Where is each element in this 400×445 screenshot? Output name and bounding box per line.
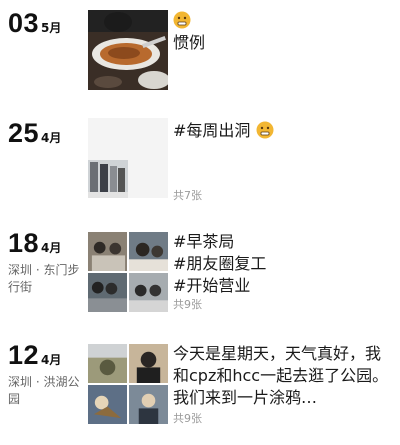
entry-day: 18 [8,228,40,258]
entry-location[interactable]: 深圳 · 东门步行街 [8,262,84,296]
entry-date: 03 5月 [8,8,61,39]
entry-location[interactable]: 深圳 · 洪湖公园 [8,374,84,408]
grimace-emoji-icon [256,121,274,139]
photo-thumbnail [129,232,168,271]
photo-count: 共7张 [173,189,202,202]
entry-month: 4月 [41,353,62,367]
photo-thumbnail [129,385,168,424]
photo-thumbnail [88,344,127,383]
entry-month: 5月 [41,21,62,35]
photo-count: 共9张 [173,412,202,425]
entry-day: 12 [8,340,40,370]
photo-count: 共9张 [173,298,202,311]
entry-date: 18 4月 [8,228,61,259]
entry-date: 25 4月 [8,118,61,149]
photo-grid[interactable] [88,344,168,424]
entry-day: 25 [8,118,40,148]
entry-text: 今天是星期天，天气真好，我和cpz和hcc一起去逛了公园。我们来到一片涂鸦… [173,344,389,407]
photo-thumbnail [88,385,127,424]
photo-thumbnail [129,273,168,312]
food-photo-thumbnail[interactable] [88,10,168,90]
photo-thumbnail [88,273,127,312]
entry-text: 惯例 [173,33,206,52]
photo-thumbnail[interactable] [88,118,168,198]
photo-thumbnail [88,232,127,271]
photo-thumbnail [129,344,168,383]
entry-text: #早茶局 #朋友圈复工 #开始营业 [173,232,267,295]
entry-text-block: #每周出洞 [173,120,395,142]
entry-date: 12 4月 [8,340,61,371]
entry-day: 03 [8,8,40,38]
photo-grid[interactable] [88,232,168,312]
entry-month: 4月 [41,241,62,255]
entry-text-block: 惯例 [173,10,395,54]
grimace-emoji-icon [173,11,191,29]
entry-text: #每周出洞 [173,121,251,140]
entry-month: 4月 [41,131,62,145]
